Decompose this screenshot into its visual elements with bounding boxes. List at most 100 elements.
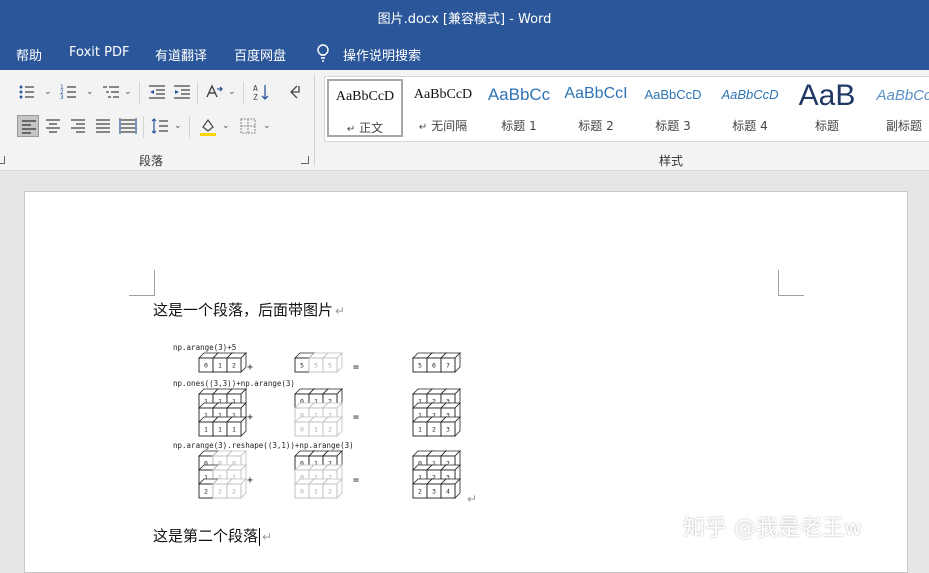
figure-cell-value: 2 bbox=[432, 426, 436, 434]
margin-corner-top-left bbox=[129, 270, 155, 296]
tell-me-search[interactable]: 操作说明搜索 bbox=[343, 45, 421, 64]
figure-cell-value: 1 bbox=[204, 426, 208, 434]
figure-cell-value: 1 bbox=[314, 488, 318, 496]
font-dialog-launcher-icon[interactable] bbox=[0, 156, 5, 164]
figure-cell-value: 1 bbox=[218, 426, 222, 434]
style-name: 标题 3 bbox=[655, 119, 691, 133]
figure-cell-value: 2 bbox=[218, 488, 222, 496]
figure-cell: 5 bbox=[322, 352, 343, 373]
style-preview: AaB bbox=[798, 79, 856, 112]
separator bbox=[243, 82, 244, 104]
figure-cell-value: 6 bbox=[432, 362, 436, 370]
style-title[interactable]: AaB 标题 bbox=[789, 79, 865, 137]
style-preview: AaBbCcD bbox=[413, 87, 473, 102]
style-heading-1[interactable]: AaBbCc 标题 1 bbox=[481, 79, 557, 137]
paragraph-2-text: 这是第二个段落 bbox=[153, 527, 259, 545]
figure-cell-value: 1 bbox=[418, 426, 422, 434]
numbering-button[interactable]: 123 bbox=[58, 81, 80, 103]
figure-cell-value: 2 bbox=[232, 488, 236, 496]
chinese-layout-button[interactable] bbox=[204, 81, 226, 103]
align-center-button[interactable] bbox=[42, 115, 64, 137]
style-name: 标题 bbox=[814, 119, 839, 133]
lightbulb-icon[interactable] bbox=[315, 43, 331, 63]
chevron-down-icon[interactable]: ⌄ bbox=[44, 87, 52, 97]
show-paragraph-marks-button[interactable] bbox=[282, 81, 304, 103]
align-left-button[interactable] bbox=[17, 115, 39, 137]
multilevel-list-button[interactable] bbox=[100, 81, 122, 103]
figure-cell-value: 1 bbox=[232, 426, 236, 434]
image-paragraph-mark: ↵ bbox=[467, 492, 478, 506]
figure-cell: 4 bbox=[440, 478, 461, 499]
figure-cell: 2 bbox=[322, 416, 343, 437]
group-separator bbox=[314, 74, 315, 166]
chevron-down-icon[interactable]: ⌄ bbox=[222, 121, 230, 131]
figure-cell-value: 3 bbox=[432, 488, 436, 496]
figure-cell: 2 bbox=[226, 352, 247, 373]
paragraph-dialog-launcher-icon[interactable] bbox=[301, 156, 309, 164]
figure-cell-value: 2 bbox=[328, 488, 332, 496]
style-preview: AaBbCcD bbox=[644, 87, 702, 102]
menu-help[interactable]: 帮助 bbox=[16, 45, 42, 64]
style-name: ↵ 无间隔 bbox=[418, 119, 468, 133]
separator bbox=[139, 82, 140, 104]
plus-sign: + bbox=[247, 412, 253, 423]
decrease-indent-button[interactable] bbox=[146, 81, 168, 103]
style-normal[interactable]: AaBbCcD ↵ 正文 bbox=[327, 79, 403, 137]
document-area: 这是一个段落，后面带图片 ↵ np.arange(3)+5 np.ones((3,… bbox=[0, 171, 929, 573]
figure-cell-value: 0 bbox=[300, 426, 304, 434]
title-bar: 图片.docx [兼容模式] - Word bbox=[0, 0, 929, 35]
style-no-spacing[interactable]: AaBbCcD ↵ 无间隔 bbox=[405, 79, 481, 137]
chevron-down-icon[interactable]: ⌄ bbox=[124, 87, 132, 97]
figure-cell-value: 2 bbox=[328, 426, 332, 434]
figure-cell: 7 bbox=[440, 352, 461, 373]
figure-cell: 1 bbox=[226, 416, 247, 437]
bullets-button[interactable] bbox=[16, 81, 38, 103]
paragraph-mark: ↵ bbox=[335, 304, 346, 318]
ribbon: ⌄ 123 ⌄ ⌄ ⌄ AZ ⌄ ⌄ ⌄ 段落 AaBbCcD ↵ 正文 AaB… bbox=[0, 70, 929, 171]
chevron-down-icon[interactable]: ⌄ bbox=[174, 121, 182, 131]
line-spacing-button[interactable] bbox=[149, 115, 171, 137]
chevron-down-icon[interactable]: ⌄ bbox=[263, 121, 271, 131]
borders-button[interactable] bbox=[237, 115, 259, 137]
style-heading-3[interactable]: AaBbCcD 标题 3 bbox=[635, 79, 711, 137]
style-heading-2[interactable]: AaBbCcI 标题 2 bbox=[558, 79, 634, 137]
separator bbox=[189, 116, 190, 138]
style-heading-4[interactable]: AaBbCcD 标题 4 bbox=[712, 79, 788, 137]
chevron-down-icon[interactable]: ⌄ bbox=[228, 87, 236, 97]
paragraph-1[interactable]: 这是一个段落，后面带图片 ↵ bbox=[153, 299, 345, 320]
watermark: 知乎 @我是老王w bbox=[683, 516, 862, 541]
style-preview: AaBbCcD bbox=[721, 87, 779, 102]
styles-gallery: AaBbCcD ↵ 正文 AaBbCcD ↵ 无间隔 AaBbCc 标题 1 A… bbox=[324, 76, 929, 142]
caption-3: np.arange(3).reshape((3,1))+np.arange(3) bbox=[173, 441, 354, 450]
figure-cell-value: 4 bbox=[446, 488, 450, 496]
figure-cell-value: 2 bbox=[232, 362, 236, 370]
justify-button[interactable] bbox=[92, 115, 114, 137]
sort-button[interactable]: AZ bbox=[250, 81, 272, 103]
equals-sign: = bbox=[353, 475, 359, 486]
figure-cell: 3 bbox=[440, 416, 461, 437]
paragraph-group-label: 段落 bbox=[139, 154, 164, 168]
shading-button[interactable] bbox=[197, 115, 219, 137]
separator bbox=[143, 116, 144, 138]
plus-sign: + bbox=[247, 362, 253, 373]
svg-text:A: A bbox=[253, 84, 258, 93]
align-right-button[interactable] bbox=[67, 115, 89, 137]
style-preview: AaBbCcI bbox=[564, 85, 628, 102]
figure-cell-value: 5 bbox=[328, 362, 332, 370]
style-name: 标题 4 bbox=[732, 119, 768, 133]
figure-cell-value: 1 bbox=[218, 362, 222, 370]
menu-baidu-netdisk[interactable]: 百度网盘 bbox=[234, 45, 286, 64]
menu-foxit-pdf[interactable]: Foxit PDF bbox=[69, 45, 129, 60]
chevron-down-icon[interactable]: ⌄ bbox=[86, 87, 94, 97]
style-preview: AaBbCc bbox=[876, 87, 929, 104]
style-subtitle[interactable]: AaBbCc 副标题 bbox=[866, 79, 929, 137]
menu-youdao-translate[interactable]: 有道翻译 bbox=[155, 45, 207, 64]
paragraph-2[interactable]: 这是第二个段落 ↵ bbox=[153, 525, 272, 546]
figure-cell-value: 2 bbox=[204, 488, 208, 496]
style-name: 标题 2 bbox=[578, 119, 614, 133]
paragraph-mark: ↵ bbox=[262, 530, 273, 544]
figure-cell-value: 7 bbox=[446, 362, 450, 370]
margin-corner-top-right bbox=[778, 270, 804, 296]
increase-indent-button[interactable] bbox=[171, 81, 193, 103]
distributed-button[interactable] bbox=[117, 115, 139, 137]
